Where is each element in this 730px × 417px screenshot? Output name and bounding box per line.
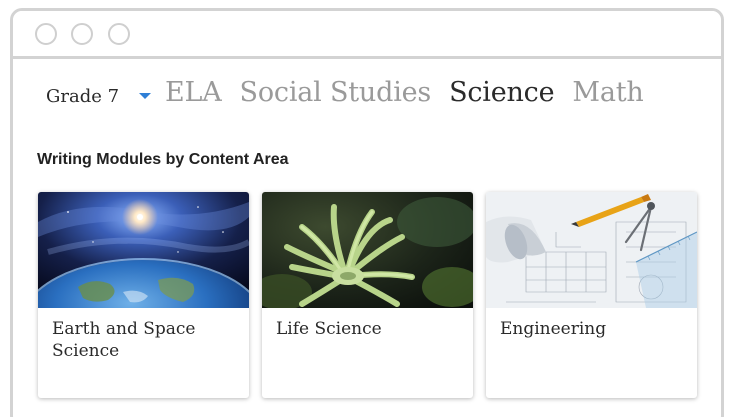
grade-dropdown-value: Grade 7	[46, 85, 120, 107]
window-maximize-control[interactable]	[108, 23, 130, 45]
tab-science[interactable]: Science	[449, 75, 555, 111]
window-minimize-control[interactable]	[71, 23, 93, 45]
module-card-life-science[interactable]: Life Science	[262, 192, 473, 398]
tab-social-studies[interactable]: Social Studies	[240, 75, 432, 111]
module-card-title: Earth and Space Science	[52, 319, 196, 361]
tab-math[interactable]: Math	[572, 75, 643, 111]
sea-anemone-image	[262, 192, 473, 308]
caret-down-icon	[139, 93, 151, 99]
section-title: Writing Modules by Content Area	[37, 151, 289, 168]
earth-from-space-image	[38, 192, 249, 308]
window-titlebar	[13, 11, 721, 59]
module-cards: Earth and Space Science Life Science Eng…	[38, 192, 710, 398]
module-card-engineering[interactable]: Engineering	[486, 192, 697, 398]
browser-window: Grade 7 ELA Social Studies Science Math …	[10, 8, 724, 417]
grade-dropdown[interactable]: Grade 7	[46, 83, 158, 109]
subject-tabs: ELA Social Studies Science Math	[165, 75, 662, 111]
blueprint-drafting-tools-image	[486, 192, 697, 308]
module-card-earth-space[interactable]: Earth and Space Science	[38, 192, 249, 398]
window-close-control[interactable]	[35, 23, 57, 45]
tab-ela[interactable]: ELA	[165, 75, 222, 111]
module-card-title: Engineering	[500, 319, 607, 339]
module-card-title: Life Science	[276, 319, 382, 339]
main-content: Grade 7 ELA Social Studies Science Math …	[13, 59, 721, 417]
